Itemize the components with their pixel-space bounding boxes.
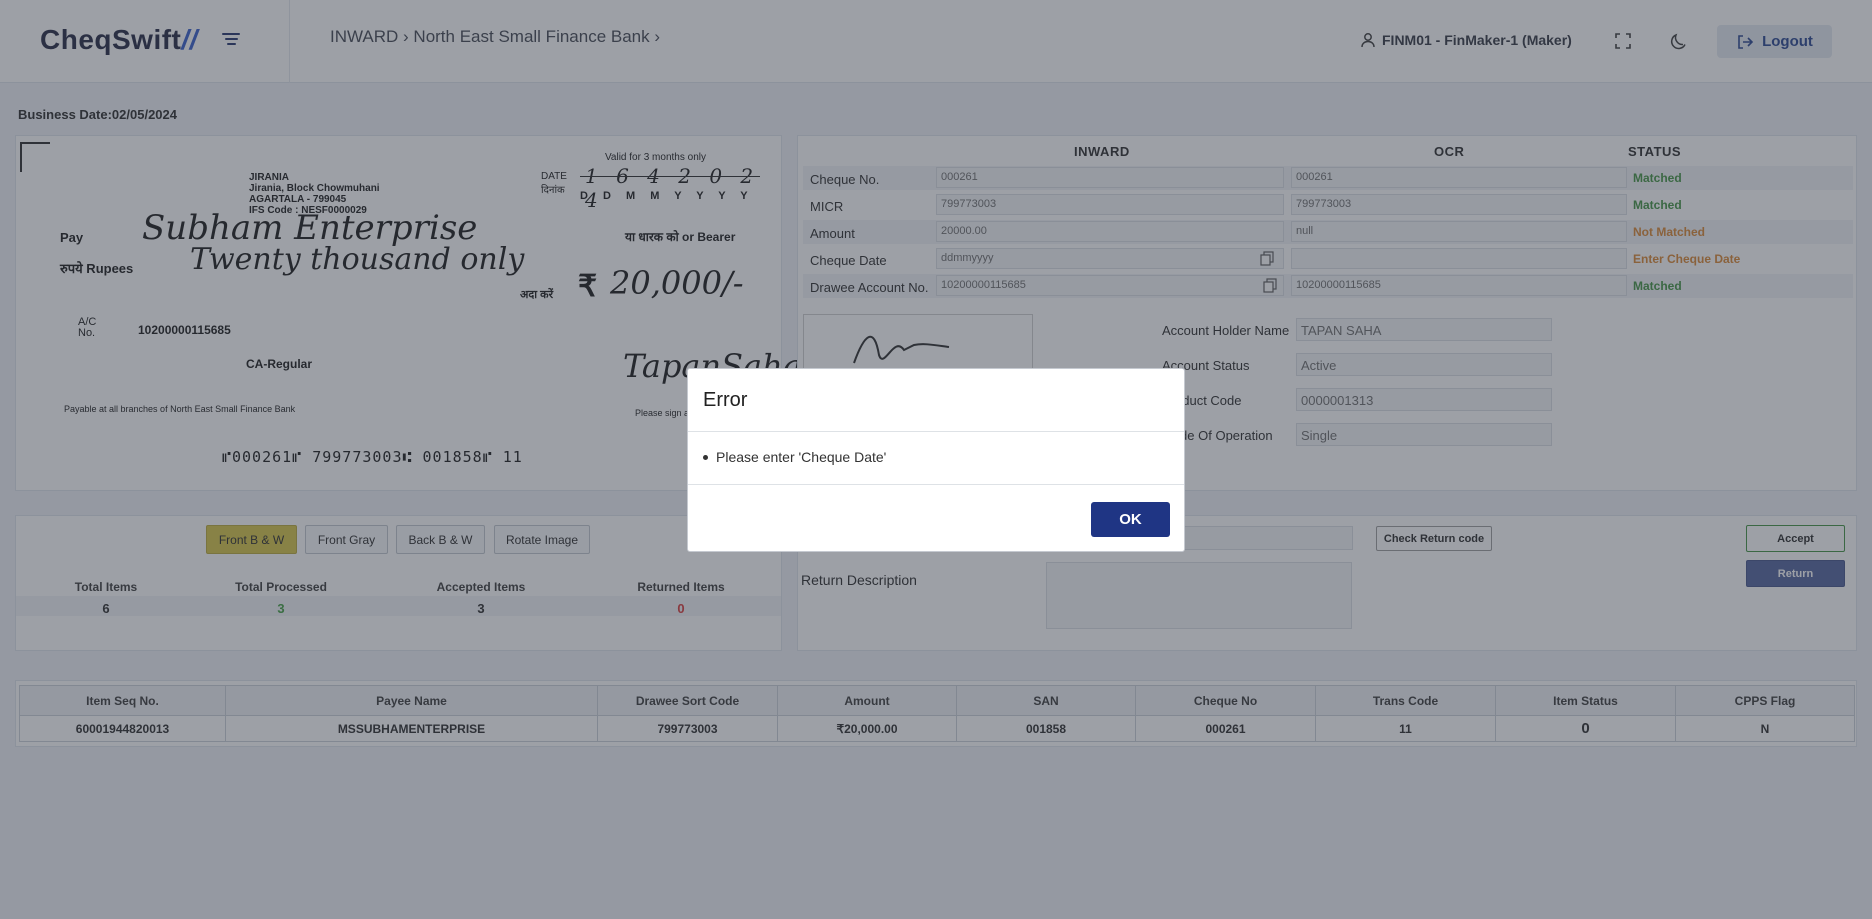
dialog-message: Please enter 'Cheque Date' <box>703 449 886 465</box>
dialog-divider <box>688 484 1184 485</box>
bullet-icon <box>703 454 708 460</box>
dialog-message-text: Please enter 'Cheque Date' <box>716 449 887 465</box>
dialog-title: Error <box>703 389 748 411</box>
error-dialog: Error Please enter 'Cheque Date' OK <box>687 368 1185 552</box>
ok-button[interactable]: OK <box>1091 502 1170 537</box>
dialog-divider <box>688 431 1184 432</box>
